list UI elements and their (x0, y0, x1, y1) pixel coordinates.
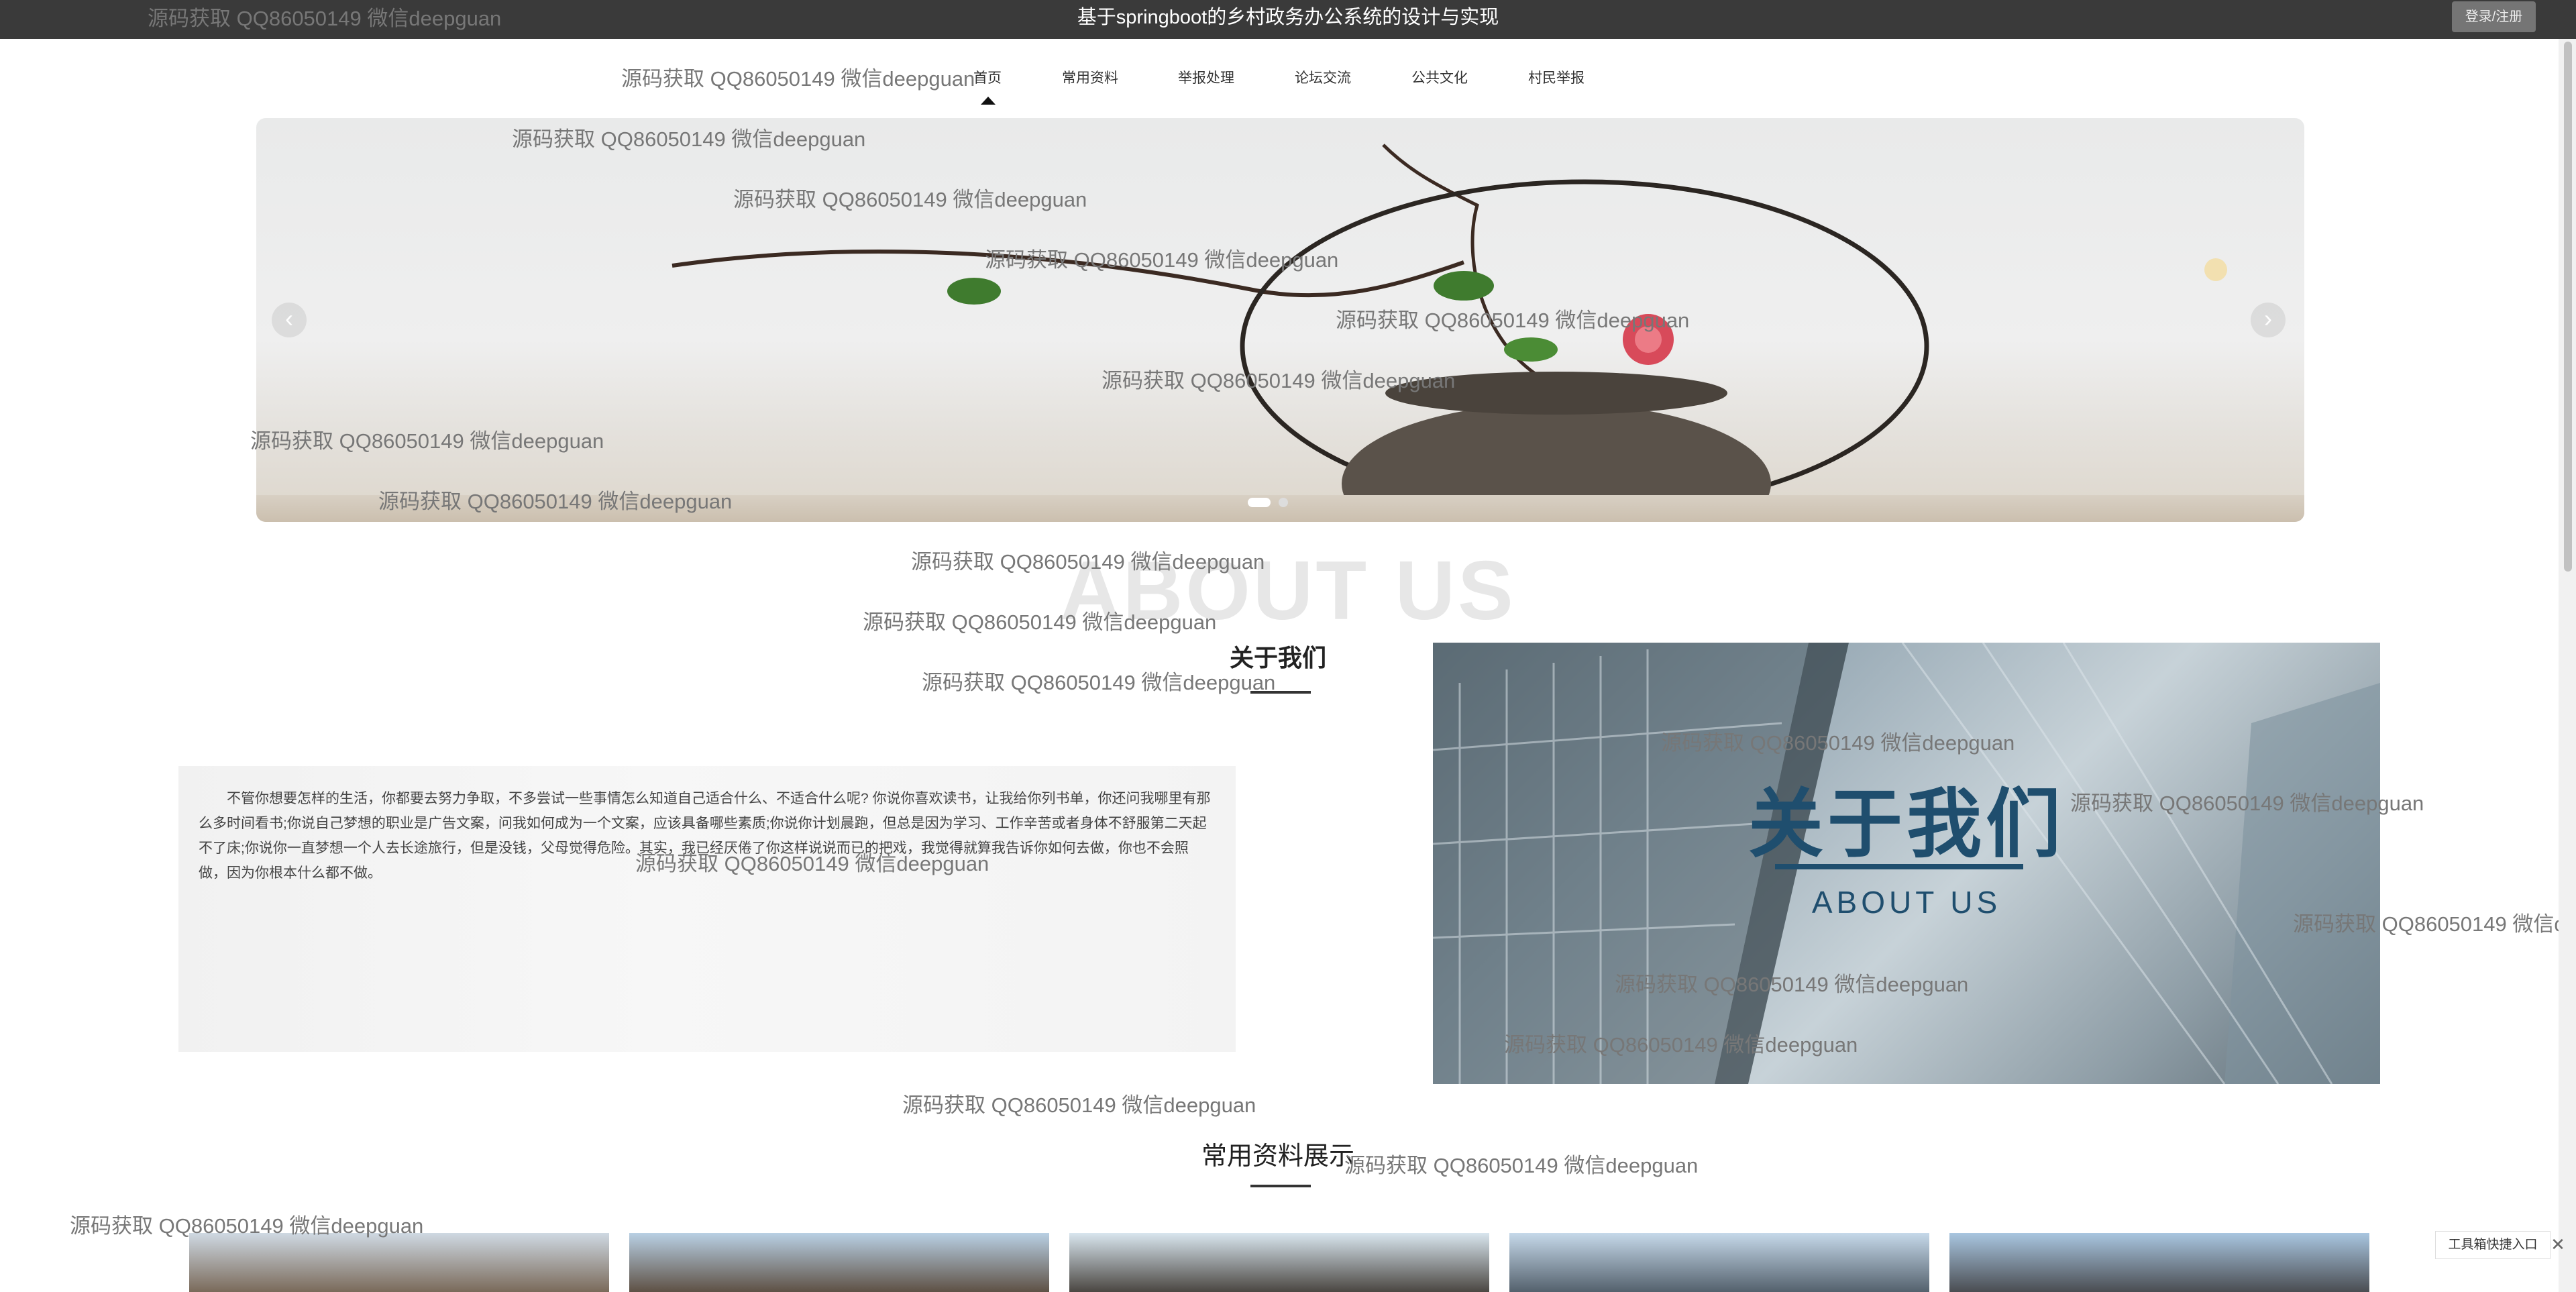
watermark: 源码获取 QQ86050149 微信deepguan (863, 610, 1217, 634)
material-card-1[interactable] (189, 1233, 609, 1292)
toolbox-shortcut[interactable]: 工具箱快捷入口 (2435, 1231, 2551, 1259)
material-card-5[interactable] (1949, 1233, 2369, 1292)
watermark: 源码获取 QQ86050149 微信deepguan (1504, 1033, 1858, 1057)
watermark: 源码获取 QQ86050149 微信deepguan (733, 188, 1087, 211)
banner-dot-active[interactable] (1248, 498, 1271, 507)
watermark: 源码获取 QQ86050149 微信deepguan (250, 429, 604, 453)
banner-carousel[interactable] (256, 118, 2304, 522)
watermark: 源码获取 QQ86050149 微信deepguan (2070, 792, 2424, 815)
banner-next-button[interactable]: › (2251, 303, 2286, 337)
nav-item-public-culture[interactable]: 公共文化 (1411, 67, 1468, 87)
about-text-box: 不管你想要怎样的生活，你都要去努力争取，不多尝试一些事情怎么知道自己适合什么、不… (178, 766, 1236, 1052)
materials-title-underline (1250, 1185, 1311, 1187)
material-card-3[interactable] (1069, 1233, 1489, 1292)
scrollbar-thumb[interactable] (2564, 42, 2572, 572)
banner-image (672, 144, 1929, 522)
material-card-4[interactable] (1509, 1233, 1929, 1292)
active-nav-indicator (981, 97, 996, 105)
watermark: 源码获取 QQ86050149 微信deepguan (70, 1214, 424, 1238)
nav-item-home[interactable]: 首页 (973, 67, 1002, 87)
watermark: 源码获取 QQ86050149 微信deepguan (635, 852, 989, 875)
watermark: 源码获取 QQ86050149 微信deepguan (902, 1093, 1256, 1117)
watermark: 源码获取 QQ86050149 微信deepguan (1615, 973, 1969, 996)
watermark: 源码获取 QQ86050149 微信deepguan (985, 248, 1339, 272)
nav-item-report-handling[interactable]: 举报处理 (1178, 67, 1234, 87)
banner-dot[interactable] (1279, 498, 1288, 507)
watermark: 源码获取 QQ86050149 微信deepguan (512, 127, 866, 151)
watermark: 源码获取 QQ86050149 微信deepguan (1661, 731, 2015, 755)
banner-prev-button[interactable]: ‹ (272, 303, 307, 337)
nav-item-materials[interactable]: 常用资料 (1062, 67, 1118, 87)
watermark: 源码获取 QQ86050149 微信deepguan (2293, 912, 2576, 936)
cursor-highlight (2204, 258, 2227, 281)
nav-item-forum[interactable]: 论坛交流 (1295, 67, 1351, 87)
watermark: 源码获取 QQ86050149 微信deepguan (1336, 309, 1690, 332)
page-scrollbar[interactable] (2559, 39, 2576, 1292)
about-image: 关于我们 ABOUT US (1433, 643, 2380, 1084)
nav-item-villager-report[interactable]: 村民举报 (1528, 67, 1585, 87)
main-nav: 首页 常用资料 举报处理 论坛交流 公共文化 村民举报 (0, 67, 2576, 94)
watermark: 源码获取 QQ86050149 微信deepguan (911, 550, 1265, 574)
watermark: 源码获取 QQ86050149 微信deepguan (621, 67, 975, 91)
materials-section-title: 常用资料展示 (1201, 1142, 1354, 1171)
about-image-rule (1775, 864, 2023, 869)
watermark: 源码获取 QQ86050149 微信deepguan (378, 490, 733, 513)
watermark: 源码获取 QQ86050149 微信deepguan (1102, 369, 1456, 392)
about-background-text: ABOUT US (1060, 545, 1516, 637)
material-card-2[interactable] (629, 1233, 1049, 1292)
watermark: 源码获取 QQ86050149 微信deepguan (922, 671, 1276, 694)
about-image-subtitle: ABOUT US (1811, 885, 2002, 920)
watermark: 源码获取 QQ86050149 微信deepguan (148, 7, 502, 30)
about-image-title: 关于我们 (1748, 782, 2065, 866)
login-register-button[interactable]: 登录/注册 (2452, 1, 2536, 32)
toolbox-close-icon[interactable]: ✕ (2549, 1231, 2567, 1258)
watermark: 源码获取 QQ86050149 微信deepguan (1344, 1154, 1699, 1177)
